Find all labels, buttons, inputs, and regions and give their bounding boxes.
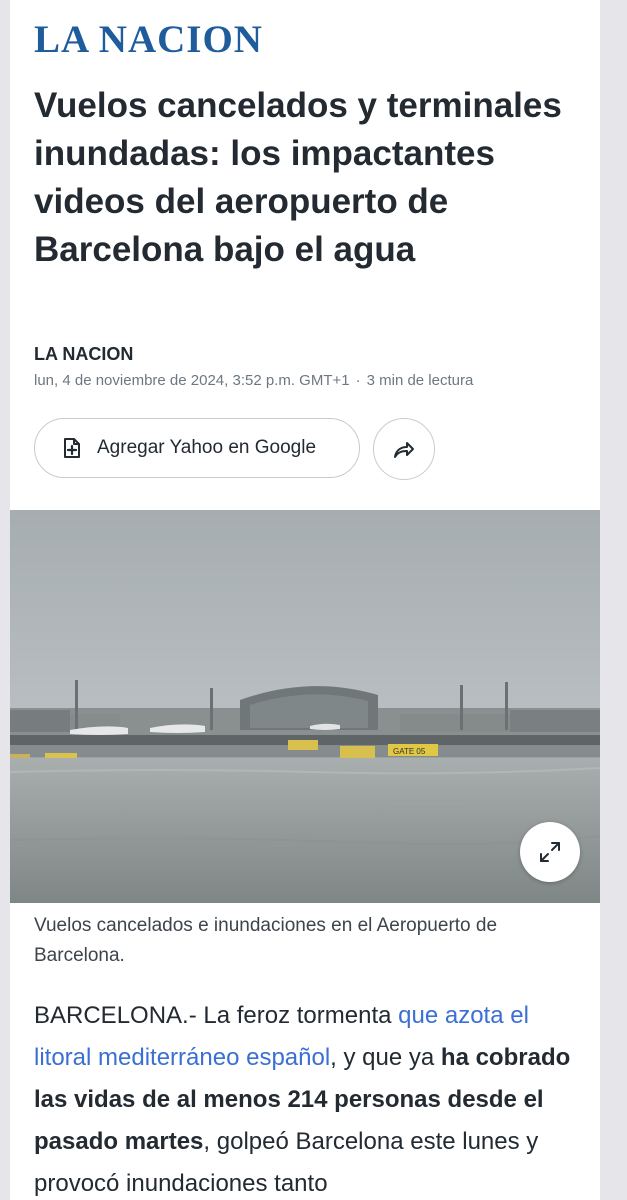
expand-image-button[interactable] (520, 822, 580, 882)
meta-separator: · (355, 372, 361, 389)
article-body-paragraph: BARCELONA.- La feroz tormenta que azota … (34, 995, 584, 1200)
add-yahoo-google-label: Agregar Yahoo en Google (97, 437, 317, 458)
body-mid-text: , y que ya (330, 1044, 441, 1071)
la-nacion-logo[interactable]: LA NACION (34, 20, 263, 59)
publish-date: lun, 4 de noviembre de 2024, 3:52 p.m. G… (34, 372, 350, 389)
flooded-airport-scene: GATE 05 (10, 510, 600, 903)
expand-arrows-icon (540, 842, 560, 862)
image-caption: Vuelos cancelados e inundaciones en el A… (34, 915, 498, 966)
article-source[interactable]: LA NACION (34, 344, 133, 365)
read-time: 3 min de lectura (366, 372, 474, 389)
add-document-icon (61, 437, 83, 459)
article-headline: Vuelos cancelados y terminales inundadas… (34, 86, 562, 269)
article-meta: lun, 4 de noviembre de 2024, 3:52 p.m. G… (34, 372, 473, 389)
gate-sign: GATE 05 (393, 747, 426, 756)
article-image[interactable]: GATE 05 (10, 510, 600, 903)
add-yahoo-google-button[interactable]: Agregar Yahoo en Google (34, 418, 360, 478)
share-arrow-icon (394, 442, 414, 458)
article-page: LA NACION Vuelos cancelados y terminales… (10, 0, 600, 1200)
share-button[interactable] (373, 418, 435, 480)
body-lead-text: BARCELONA.- La feroz tormenta (34, 1002, 399, 1029)
